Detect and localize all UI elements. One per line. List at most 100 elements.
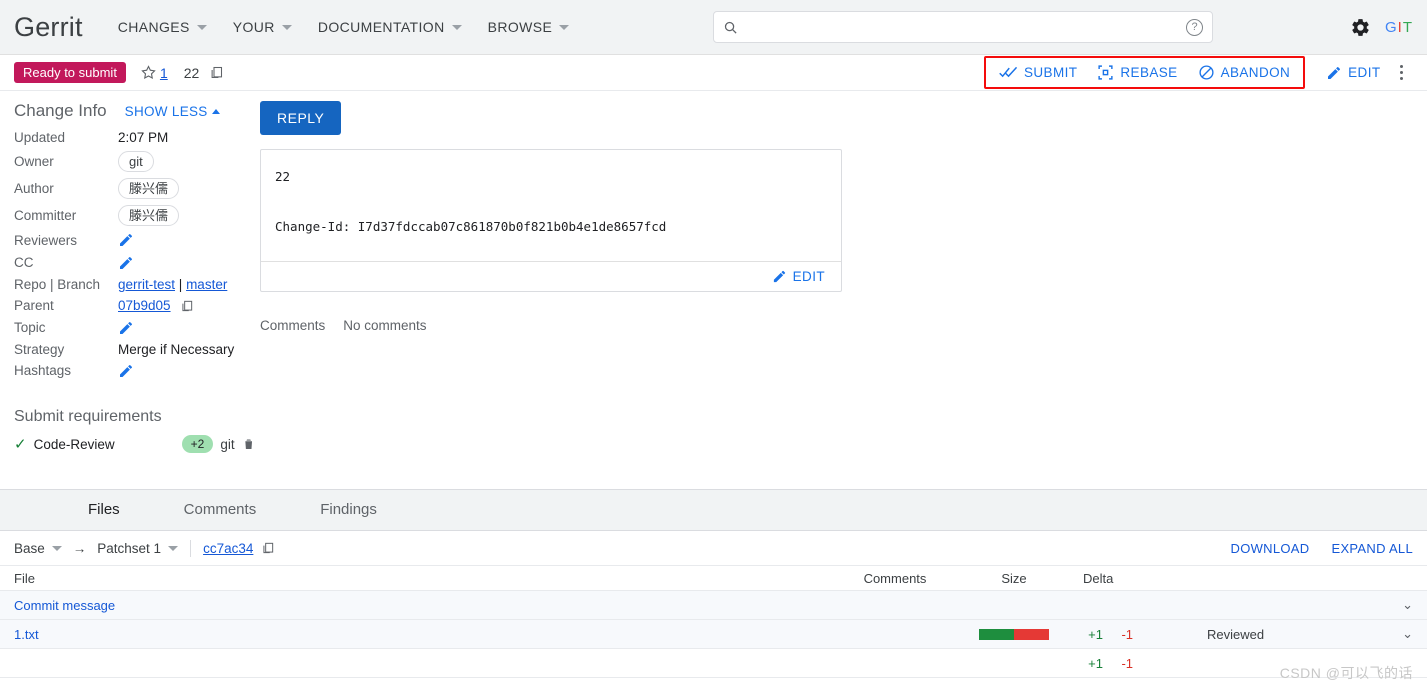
tab-files[interactable]: Files [56,490,152,530]
meta-row-strategy: Strategy Merge if Necessary [14,339,255,360]
meta-value-committer: 滕兴儒 [118,202,255,229]
tab-findings[interactable]: Findings [288,490,409,530]
search-box[interactable]: ? [713,11,1214,43]
commit-edit-button[interactable]: EDIT [768,267,829,286]
voter-name: git [220,436,235,452]
block-icon [1199,65,1214,80]
chevron-down-icon [51,545,62,551]
meta-row-topic: Topic [14,316,255,338]
meta-row-author: Author 滕兴儒 [14,175,255,202]
show-less-toggle[interactable]: SHOW LESS [125,104,220,119]
app-brand[interactable]: Gerrit [14,12,83,43]
star-count[interactable]: 1 [160,65,168,81]
avatar[interactable]: GIT [1385,19,1413,36]
meta-row-reviewers: Reviewers [14,229,255,251]
row-status: Reviewed [1207,626,1265,642]
file-link[interactable]: Commit message [14,598,835,613]
committer-chip[interactable]: 滕兴儒 [118,205,180,226]
download-button[interactable]: DOWNLOAD [1231,541,1310,556]
file-name[interactable]: 1.txt [14,627,39,642]
table-row[interactable]: 1.txt +1 -1 Reviewed ⌄ [0,620,1427,649]
help-circle-icon[interactable]: ? [1186,18,1204,36]
search-input[interactable] [746,18,1179,36]
size-bar [979,628,1049,640]
owner-chip[interactable]: git [118,151,154,172]
chevron-down-icon [281,24,292,30]
submit-button[interactable]: SUBMIT [990,60,1086,85]
meta-label-parent: Parent [14,298,54,314]
commit-message-body: 22 Change-Id: I7d37fdccab07c861870b0f821… [261,150,841,261]
parent-link[interactable]: 07b9d05 [118,298,171,313]
show-less-label: SHOW LESS [124,104,208,119]
nav-browse[interactable]: BROWSE [475,9,583,45]
nav-your-label: YOUR [232,19,275,35]
tab-bar: Files Comments Findings [0,489,1427,531]
repo-branch-separator: | [178,276,183,292]
meta-value-reviewers [118,229,255,251]
nav-changes-label: CHANGES [117,19,190,35]
target-patchset-select[interactable]: Patchset 1 [97,540,179,556]
gear-icon[interactable] [1350,17,1371,38]
base-patchset-select[interactable]: Base [14,541,62,556]
nav-changes[interactable]: CHANGES [105,9,220,45]
file-list-actions: DOWNLOAD EXPAND ALL [1231,541,1414,556]
abandon-button[interactable]: ABANDON [1189,59,1300,86]
change-main: Change Info SHOW LESS Updated 2:07 PM Ow… [0,91,1427,489]
pencil-icon[interactable] [118,255,134,271]
author-chip[interactable]: 滕兴儒 [118,178,180,199]
edit-button[interactable]: EDIT [1317,60,1389,86]
star-outline-icon[interactable] [140,64,157,81]
rebase-icon [1098,65,1113,80]
repo-link[interactable]: gerrit-test [118,277,175,292]
copy-icon[interactable] [261,541,275,555]
submit-label: SUBMIT [1024,65,1078,80]
reply-button[interactable]: REPLY [260,101,342,135]
target-patchset-label: Patchset 1 [97,540,162,556]
pencil-icon[interactable] [118,363,134,379]
file-link[interactable]: 1.txt [14,627,835,642]
double-check-icon [999,66,1018,78]
meta-label-strategy: Strategy [14,341,65,357]
copy-icon[interactable] [209,65,224,80]
tab-comments[interactable]: Comments [152,490,289,530]
trash-icon[interactable] [242,437,255,451]
commit-subject: 22 [275,169,291,184]
kebab-menu-icon[interactable] [1390,59,1414,87]
patchset-selector-row: Base → Patchset 1 cc7ac34 DOWNLOAD EXPAN… [0,531,1427,565]
file-name[interactable]: Commit message [14,598,115,613]
change-number: 22 [183,64,200,81]
meta-label-reviewers: Reviewers [14,232,78,248]
expand-all-button[interactable]: EXPAND ALL [1331,541,1413,556]
column-header-size: Size [1001,570,1027,586]
meta-value-parent: 07b9d05 [118,295,255,316]
meta-value-cc [118,251,255,273]
submit-requirements-title: Submit requirements [14,408,162,426]
column-header-file: File [14,570,35,586]
copy-icon[interactable] [180,299,194,313]
check-icon: ✓ [14,435,27,453]
star-group[interactable]: 1 [140,64,168,81]
change-info-table: Updated 2:07 PM Owner git Author 滕兴儒 Com… [14,127,255,382]
pencil-icon[interactable] [118,320,134,336]
chevron-down-icon [168,545,179,551]
meta-value-topic [118,316,255,338]
size-bar-added [979,628,1014,640]
totals-added: +1 [1088,655,1103,671]
change-info-panel: Change Info SHOW LESS Updated 2:07 PM Ow… [0,101,255,489]
meta-value-author: 滕兴儒 [118,175,255,202]
edit-label: EDIT [1348,65,1381,80]
rebase-button[interactable]: REBASE [1088,59,1186,86]
meta-value-owner: git [118,148,255,175]
meta-value-repo-branch: gerrit-test | master [118,274,255,295]
chevron-down-icon[interactable]: ⌄ [1379,597,1413,613]
nav-documentation[interactable]: DOCUMENTATION [305,9,475,45]
nav-your[interactable]: YOUR [220,9,305,45]
chevron-down-icon[interactable]: ⌄ [1379,626,1413,642]
file-table-totals-row: +1 -1 [0,649,1427,678]
pencil-icon[interactable] [118,232,134,248]
table-row[interactable]: Commit message ⌄ [0,591,1427,620]
meta-row-updated: Updated 2:07 PM [14,127,255,148]
branch-link[interactable]: master [186,277,227,292]
search-container: ? [582,11,1344,43]
revision-link[interactable]: cc7ac34 [203,541,253,556]
